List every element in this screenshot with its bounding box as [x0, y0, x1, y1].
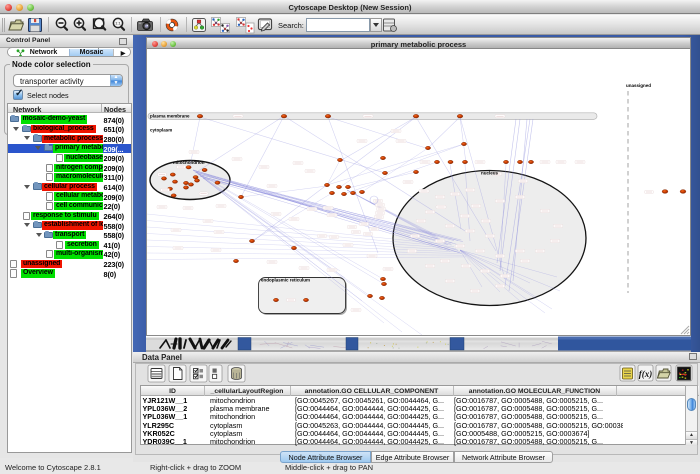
- svg-text:1:1: 1:1: [115, 21, 121, 26]
- svg-text:mitochondrion: mitochondrion: [173, 160, 205, 165]
- svg-text:nucleus: nucleus: [481, 171, 499, 176]
- svg-text:endoplasmic reticulum: endoplasmic reticulum: [261, 278, 310, 283]
- svg-text:plasma membrane: plasma membrane: [150, 114, 190, 119]
- svg-text:unassigned: unassigned: [626, 83, 651, 88]
- svg-text:f(x): f(x): [639, 369, 653, 379]
- svg-text:cytoplasm: cytoplasm: [150, 128, 172, 133]
